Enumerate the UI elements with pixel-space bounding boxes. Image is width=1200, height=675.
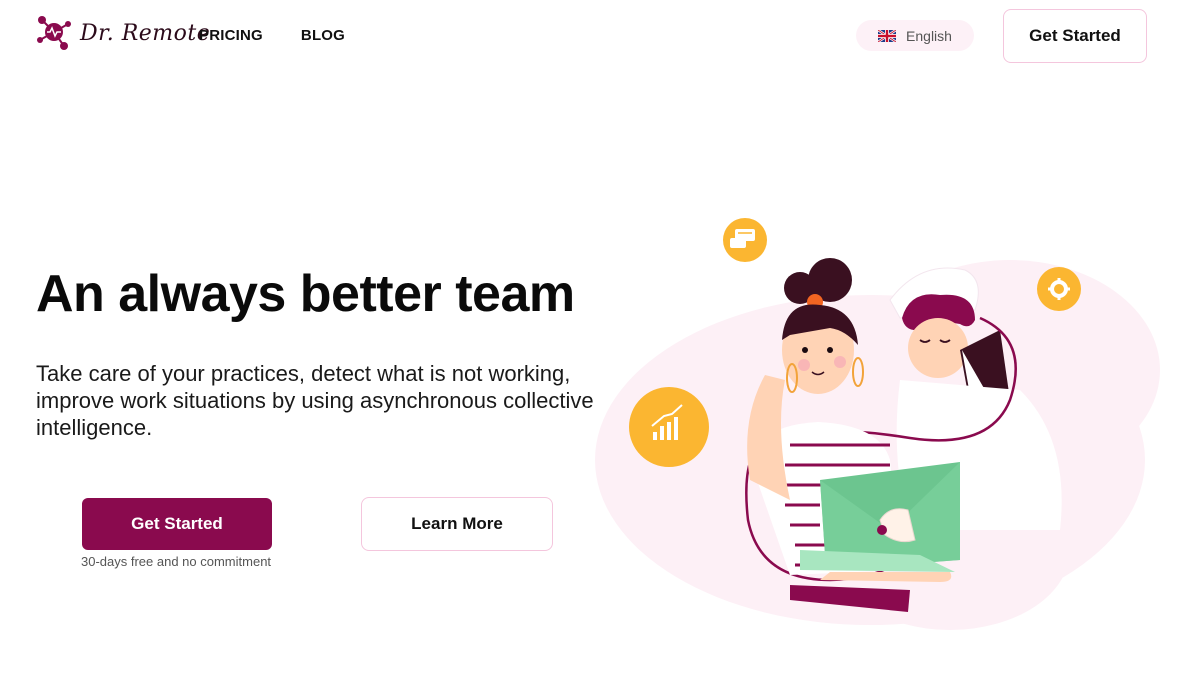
nav-pricing-link[interactable]: PRICING: [199, 27, 263, 44]
header-get-started-button[interactable]: Get Started: [1003, 9, 1147, 63]
logo-text: Dr. Remote: [80, 20, 211, 46]
uk-flag-icon: [878, 29, 897, 42]
hero-get-started-button[interactable]: Get Started: [82, 498, 272, 550]
language-label: English: [906, 27, 952, 44]
laptop: [800, 462, 960, 582]
hero-description: Take care of your practices, detect what…: [36, 361, 594, 440]
chat-bubble-icon: [723, 218, 767, 262]
logo-molecule-icon: [37, 16, 71, 50]
hero-illustration: [595, 218, 1160, 630]
gear-icon: [1037, 267, 1081, 311]
trial-note: 30-days free and no commitment: [81, 554, 272, 569]
hero-title: An always better team: [36, 265, 575, 323]
language-selector[interactable]: English: [856, 20, 974, 51]
main-nav: PRICING BLOG: [199, 27, 345, 44]
bar-chart-icon: [629, 387, 709, 467]
logo[interactable]: Dr. Remote: [34, 14, 210, 52]
learn-more-button[interactable]: Learn More: [361, 497, 553, 551]
nav-blog-link[interactable]: BLOG: [301, 27, 345, 44]
